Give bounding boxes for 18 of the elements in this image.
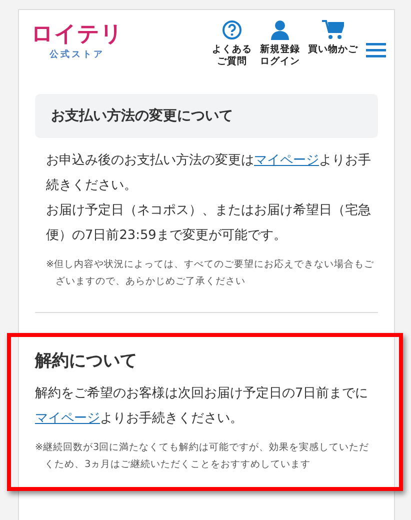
logo[interactable]: ロイテリ (31, 22, 123, 48)
mypage-link[interactable]: マイページ (254, 153, 319, 168)
section-title: お支払い方法の変更について (51, 107, 234, 125)
logo-subtitle: 公式ストア (50, 48, 104, 61)
menu-icon[interactable] (366, 42, 386, 58)
mypage-link[interactable]: マイページ (35, 411, 100, 426)
note-text: ※但し内容や状況によっては、すべてのご要望にお応えできない場合もございますので、あらかじめご了承ください (46, 258, 376, 289)
paragraph: お届け予定日（ネコポス）、またはお届け希望日（宅急便）の7日前23:59まで変更が可能です。 (46, 202, 372, 245)
nav-link[interactable]: よくある ご質問 (212, 20, 252, 68)
paragraph: お申込み後のお支払い方法の変更はマイページよりお手続きください。 (46, 152, 372, 195)
note-text: ※継続回数が3回に満たなくても解約は可能ですが、効果を実感していただくため、3ヵ月はご継続いただくことをおすすめしています (35, 441, 370, 472)
cart-icon (322, 20, 344, 40)
nav-link[interactable]: 新規登録 ログイン (260, 20, 300, 68)
person-icon (271, 20, 289, 40)
section-title: 解約について (35, 350, 138, 373)
question-icon (222, 20, 242, 40)
paragraph: 解約をご希望のお客様は次回お届け予定日の7日前までに マイページよりお手続きください。 (35, 385, 370, 428)
nav-link[interactable]: 買い物かご (308, 20, 358, 56)
